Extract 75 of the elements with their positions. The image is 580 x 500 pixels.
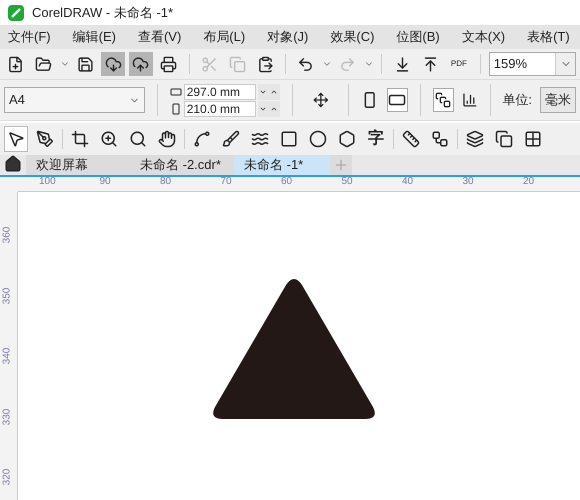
ruler-label: 90 [100,177,111,187]
folder-icon [35,56,52,72]
unit-dropdown[interactable]: 毫米 [540,87,576,113]
scissors-icon [201,56,218,72]
ruler-label: 360 [2,226,12,244]
ruler-label: 40 [402,177,414,187]
menu-item[interactable]: 编辑(E) [72,27,116,47]
ruler-label: 50 [342,177,353,187]
dimension-field[interactable]: 210.0 mm [184,100,256,116]
crop-icon [71,130,89,148]
document-tab[interactable]: 欢迎屏幕 [26,155,130,175]
app-logo-icon [8,4,24,20]
menu-item[interactable]: 对象(J) [267,27,308,47]
unit-label: 单位: [502,91,532,110]
ruler-label: 70 [220,177,232,187]
search-icon [129,130,147,148]
copy-icon [228,56,246,72]
ruler-label: 60 [281,177,292,187]
grid-icon [524,130,542,148]
ruler-label: 350 [2,287,12,304]
all-pages-button[interactable] [432,88,454,112]
redo-icon [339,56,356,72]
spinner-button[interactable] [258,100,280,116]
spinner-button[interactable] [258,84,280,100]
pointer-icon [7,130,25,148]
paste-icon [256,56,274,72]
ruler-icon [402,130,420,148]
home-icon [4,155,22,173]
ruler-label: 30 [462,177,474,187]
hand-icon [158,130,176,148]
document-tab[interactable]: 未命名 -2.cdr* [130,155,234,175]
save-icon [76,56,94,72]
menu-item[interactable]: 位图(B) [396,27,440,47]
new-tab-icon [333,157,349,173]
ruler-label: 320 [2,468,12,486]
menu-item[interactable]: 文本(X) [462,27,506,47]
hexagon-icon [338,130,356,148]
menu-item[interactable]: 效果(C) [330,27,374,47]
cloud-download-button[interactable] [101,52,126,76]
pdf-button[interactable]: PDF [446,52,472,76]
print-icon [160,56,178,72]
height-icon [170,102,182,114]
current-page-icon [462,91,478,109]
window-title: CorelDRAW - 未命名 -1* [32,4,174,22]
curve-icon [251,130,269,148]
cloud-download-icon [104,56,122,72]
node-tool-icon [36,130,54,148]
text-tool-button[interactable]: 字 [364,126,388,152]
zoom-field[interactable]: 159% [488,52,576,76]
landscape-button[interactable] [386,88,408,112]
ruler-label: 330 [2,408,12,425]
ellipse-icon [309,130,327,148]
cloud-upload-icon [132,56,150,72]
new-file-icon [7,56,24,72]
menu-item[interactable]: 表格(T) [527,27,570,47]
pointer-tool-button[interactable] [4,126,28,152]
ruler-label: 80 [160,177,172,187]
line-tool-icon [193,130,211,148]
menu-item[interactable]: 查看(V) [138,27,182,47]
page-size-dropdown[interactable]: A4 [4,87,145,113]
menu-item[interactable]: 布局(L) [203,27,246,47]
width-icon [170,86,182,98]
zoom-icon [100,130,118,148]
ruler-label: 100 [39,177,56,187]
rectangle-icon [280,130,298,148]
connector-icon [431,130,449,148]
ruler-label: 340 [2,348,12,364]
shadow-icon [495,130,513,148]
ruler-label: 20 [523,177,534,187]
dimension-field[interactable]: 297.0 mm [184,84,256,100]
document-tab[interactable]: 未命名 -1* [234,155,330,175]
brush-icon [222,130,240,148]
menu-item[interactable]: 文件(F) [8,27,51,47]
cloud-upload-button[interactable] [129,52,153,76]
undo-icon [297,56,314,72]
